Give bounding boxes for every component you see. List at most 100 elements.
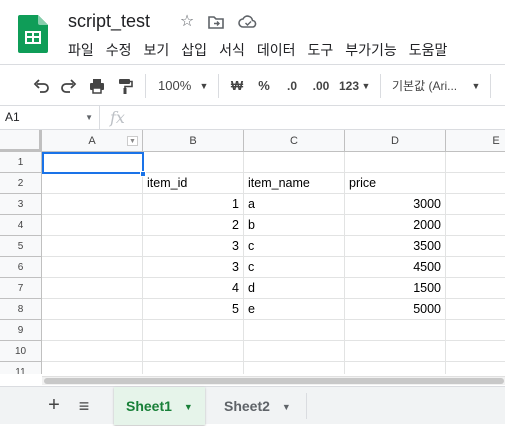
horizontal-scrollbar[interactable] — [42, 376, 505, 385]
grid-cell[interactable] — [143, 341, 244, 362]
grid-cell[interactable] — [446, 194, 505, 215]
grid-cell[interactable] — [42, 257, 143, 278]
formula-input[interactable] — [140, 106, 500, 129]
sheet-tab-sheet2[interactable]: Sheet2 ▼ — [212, 387, 303, 425]
cell-c3[interactable]: a — [244, 194, 345, 215]
column-filter-chevron-icon[interactable]: ▼ — [127, 136, 138, 146]
sheet-tab-chevron-down-icon[interactable]: ▼ — [184, 402, 193, 412]
menu-format[interactable]: 서식 — [213, 40, 251, 60]
star-icon[interactable]: ☆ — [178, 13, 196, 31]
cell-d3[interactable]: 3000 — [345, 194, 446, 215]
row-header[interactable]: 6 — [0, 257, 42, 278]
row-header[interactable]: 9 — [0, 320, 42, 341]
row-header[interactable]: 3 — [0, 194, 42, 215]
cell-b5[interactable]: 3 — [143, 236, 244, 257]
font-chevron-down-icon[interactable]: ▼ — [470, 75, 482, 97]
cell-d4[interactable]: 2000 — [345, 215, 446, 236]
menu-file[interactable]: 파일 — [62, 40, 100, 60]
zoom-select[interactable]: 100% — [152, 75, 196, 97]
fill-handle[interactable] — [140, 171, 146, 177]
grid-cell[interactable] — [446, 152, 505, 173]
grid-cell[interactable] — [42, 341, 143, 362]
cell-c6[interactable]: c — [244, 257, 345, 278]
cell-c7[interactable]: d — [244, 278, 345, 299]
grid-cell[interactable] — [42, 278, 143, 299]
grid-cell[interactable] — [143, 362, 244, 374]
grid-cell[interactable] — [143, 152, 244, 173]
column-header-c[interactable]: C — [244, 130, 345, 152]
document-title[interactable]: script_test — [68, 11, 150, 32]
grid-cell[interactable] — [446, 257, 505, 278]
grid-cell[interactable] — [345, 341, 446, 362]
grid-cell[interactable] — [446, 173, 505, 194]
grid-cell[interactable] — [446, 320, 505, 341]
cell-d6[interactable]: 4500 — [345, 257, 446, 278]
cell-b8[interactable]: 5 — [143, 299, 244, 320]
row-header[interactable]: 7 — [0, 278, 42, 299]
grid-cell[interactable] — [345, 320, 446, 341]
row-header[interactable]: 10 — [0, 341, 42, 362]
grid-cell[interactable] — [244, 341, 345, 362]
menu-edit[interactable]: 수정 — [100, 40, 138, 60]
menu-help[interactable]: 도움말 — [403, 40, 454, 60]
more-formats-chevron-down-icon[interactable]: ▼ — [360, 75, 372, 97]
column-header-d[interactable]: D — [345, 130, 446, 152]
grid-cell[interactable] — [244, 320, 345, 341]
grid-cell[interactable] — [446, 278, 505, 299]
grid-cell[interactable] — [345, 362, 446, 374]
sheet-tab-chevron-down-icon[interactable]: ▼ — [282, 402, 291, 412]
cell-c2[interactable]: item_name — [244, 173, 345, 194]
undo-icon[interactable] — [30, 75, 52, 97]
name-box-chevron-down-icon[interactable]: ▼ — [85, 106, 93, 129]
percent-format-button[interactable]: % — [254, 75, 274, 97]
menu-view[interactable]: 보기 — [138, 40, 176, 60]
sheet-tab-sheet1[interactable]: Sheet1 ▼ — [114, 387, 205, 425]
grid-cell[interactable] — [42, 194, 143, 215]
redo-icon[interactable] — [58, 75, 80, 97]
grid-cell[interactable] — [42, 215, 143, 236]
menu-data[interactable]: 데이터 — [251, 40, 302, 60]
more-formats-button[interactable]: 123 — [336, 75, 362, 97]
scrollbar-thumb[interactable] — [44, 378, 504, 384]
cell-c8[interactable]: e — [244, 299, 345, 320]
cell-b2[interactable]: item_id — [143, 173, 244, 194]
grid-cell[interactable] — [446, 215, 505, 236]
select-all-corner[interactable] — [0, 130, 42, 152]
cell-b4[interactable]: 2 — [143, 215, 244, 236]
grid-cell[interactable] — [244, 152, 345, 173]
paint-format-icon[interactable] — [114, 75, 136, 97]
column-header-a[interactable]: A ▼ — [42, 130, 143, 152]
grid-cell[interactable] — [244, 362, 345, 374]
grid-cell[interactable] — [446, 299, 505, 320]
grid-cell[interactable] — [42, 362, 143, 374]
selected-cell-a1[interactable] — [42, 152, 144, 174]
cloud-status-icon[interactable] — [238, 13, 257, 31]
font-family-select[interactable]: 기본값 (Ari... — [392, 75, 464, 97]
cell-c4[interactable]: b — [244, 215, 345, 236]
cell-b6[interactable]: 3 — [143, 257, 244, 278]
increase-decimal-button[interactable]: .00 — [308, 75, 334, 97]
currency-format-button[interactable]: ₩ — [226, 75, 248, 97]
cell-d8[interactable]: 5000 — [345, 299, 446, 320]
decrease-decimal-button[interactable]: .0 — [280, 75, 304, 97]
grid-cell[interactable] — [42, 173, 143, 194]
grid-cell[interactable] — [446, 341, 505, 362]
column-header-b[interactable]: B — [143, 130, 244, 152]
sheets-logo-icon[interactable] — [18, 15, 48, 53]
grid-cell[interactable] — [42, 299, 143, 320]
grid-cell[interactable] — [42, 320, 143, 341]
cell-d5[interactable]: 3500 — [345, 236, 446, 257]
column-header-e[interactable]: E — [446, 130, 505, 152]
grid-cell[interactable] — [446, 362, 505, 374]
menu-tools[interactable]: 도구 — [301, 40, 339, 60]
menu-insert[interactable]: 삽입 — [175, 40, 213, 60]
print-icon[interactable] — [86, 75, 108, 97]
all-sheets-list-icon[interactable]: ≡ — [74, 387, 94, 425]
move-folder-icon[interactable] — [207, 13, 225, 31]
cell-d7[interactable]: 1500 — [345, 278, 446, 299]
cell-b3[interactable]: 1 — [143, 194, 244, 215]
row-header[interactable]: 1 — [0, 152, 42, 173]
cell-d2[interactable]: price — [345, 173, 446, 194]
grid-cell[interactable] — [345, 152, 446, 173]
row-header[interactable]: 8 — [0, 299, 42, 320]
